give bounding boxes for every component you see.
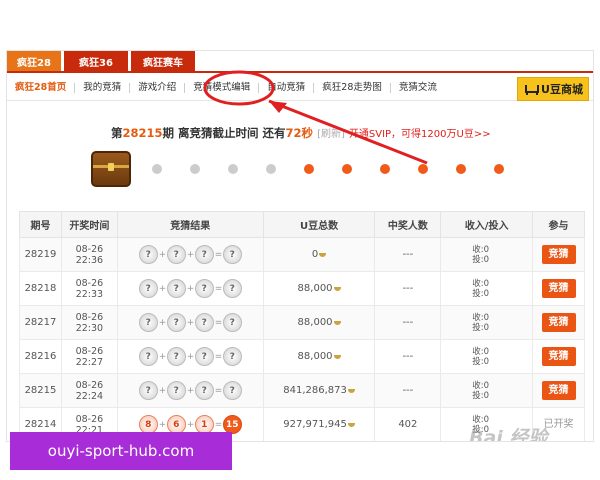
game-panel: 疯狂28 疯狂36 疯狂赛车 疯狂28首页 我的竞猜 游戏介绍 竞猜模式编辑 自… xyxy=(6,50,594,442)
annotation-circle-arrow xyxy=(203,70,428,165)
highlight-ellipse xyxy=(203,70,275,106)
pointer-line xyxy=(268,99,428,165)
domain-banner: ouyi-sport-hub.com xyxy=(10,432,232,470)
page: 疯狂28 疯狂36 疯狂赛车 疯狂28首页 我的竞猜 游戏介绍 竞猜模式编辑 自… xyxy=(0,0,600,480)
